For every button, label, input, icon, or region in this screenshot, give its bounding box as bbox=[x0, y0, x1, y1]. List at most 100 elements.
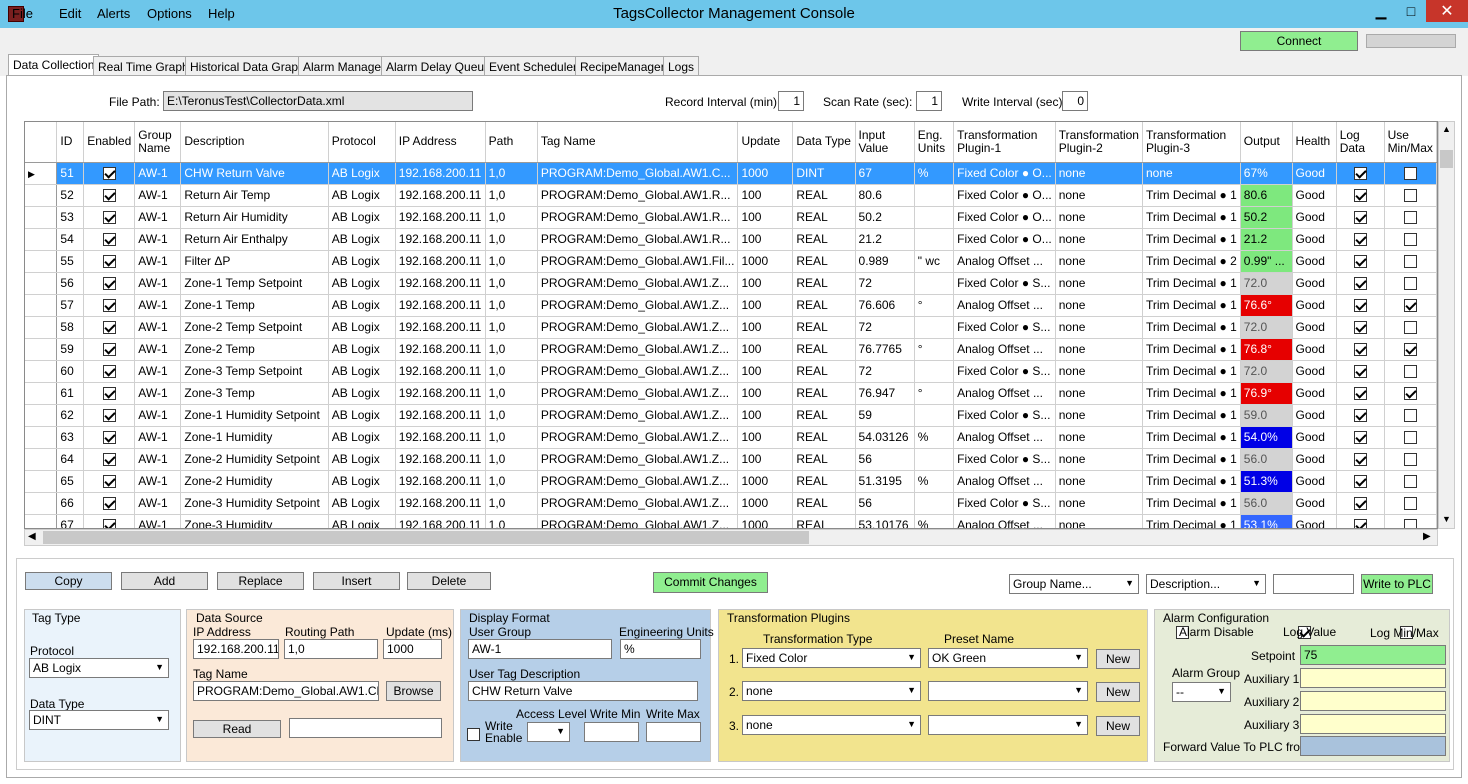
cell-output[interactable]: 51.3% bbox=[1240, 470, 1293, 493]
cell-plugin-1[interactable]: Fixed Color ● S... bbox=[953, 316, 1056, 339]
cell-group-name[interactable]: AW-1 bbox=[134, 448, 182, 471]
cell-plugin-3[interactable]: Trim Decimal ● 1 bbox=[1142, 514, 1241, 528]
description-select[interactable]: Description... ▼ bbox=[1146, 574, 1266, 594]
cell-ip-address[interactable]: 192.168.200.11 bbox=[395, 426, 486, 449]
enabled-checkbox[interactable] bbox=[102, 475, 116, 489]
cell-group-name[interactable]: AW-1 bbox=[134, 470, 182, 493]
row-header[interactable] bbox=[25, 294, 58, 317]
cell-update[interactable]: 100 bbox=[737, 360, 794, 383]
replace-button[interactable]: Replace bbox=[217, 572, 304, 590]
cell-plugin-1[interactable]: Fixed Color ● O... bbox=[953, 184, 1056, 207]
cell-tag-name[interactable]: PROGRAM:Demo_Global.AW1.Z... bbox=[537, 470, 739, 493]
cell-ip-address[interactable]: 192.168.200.11 bbox=[395, 184, 486, 207]
cell-log-data[interactable] bbox=[1336, 426, 1385, 449]
cell-data-type[interactable]: REAL bbox=[792, 470, 856, 493]
cell-plugin-1[interactable]: Analog Offset ... bbox=[953, 382, 1056, 405]
table-row[interactable]: 67 AW-1 Zone-3 Humidity AB Logix 192.168.200… bbox=[25, 514, 1437, 528]
cell-ip-address[interactable]: 192.168.200.11 bbox=[395, 514, 486, 528]
insert-button[interactable]: Insert bbox=[313, 572, 400, 590]
cell-group-name[interactable]: AW-1 bbox=[134, 514, 182, 528]
cell-plugin-2[interactable]: none bbox=[1055, 272, 1143, 295]
cell-output[interactable]: 54.0% bbox=[1240, 426, 1293, 449]
cell-data-type[interactable]: REAL bbox=[792, 184, 856, 207]
plugin-1-preset-select[interactable]: OK Green ▼ bbox=[928, 648, 1088, 668]
cell-use-min-max[interactable] bbox=[1384, 338, 1437, 361]
tab-alarm-manager[interactable]: Alarm Manager bbox=[298, 56, 391, 76]
cell-plugin-2[interactable]: none bbox=[1055, 162, 1143, 185]
cell-output[interactable]: 72.0 bbox=[1240, 360, 1293, 383]
table-row[interactable]: ▶ 51 AW-1 CHW Return Valve AB Logix 192.168.2… bbox=[25, 162, 1437, 185]
setpoint-input[interactable]: 75 bbox=[1300, 645, 1446, 665]
cell-ip-address[interactable]: 192.168.200.11 bbox=[395, 382, 486, 405]
use-min-max-checkbox[interactable] bbox=[1403, 453, 1417, 467]
cell-path[interactable]: 1,0 bbox=[485, 162, 538, 185]
table-row[interactable]: 62 AW-1 Zone-1 Humidity Setpoint AB Logix 19… bbox=[25, 404, 1437, 427]
cell-output[interactable]: 76.6° bbox=[1240, 294, 1293, 317]
col-data-type[interactable]: Data Type bbox=[792, 122, 856, 163]
read-button[interactable]: Read bbox=[193, 720, 281, 738]
cell-output[interactable]: 67% bbox=[1240, 162, 1293, 185]
cell-use-min-max[interactable] bbox=[1384, 250, 1437, 273]
col-description[interactable]: Description bbox=[180, 122, 329, 163]
cell-log-data[interactable] bbox=[1336, 184, 1385, 207]
log-data-checkbox[interactable] bbox=[1353, 211, 1367, 225]
enabled-checkbox[interactable] bbox=[102, 321, 116, 335]
user-group-input[interactable]: AW-1 bbox=[468, 639, 612, 659]
cell-description[interactable]: CHW Return Valve bbox=[180, 162, 329, 185]
enabled-checkbox[interactable] bbox=[102, 277, 116, 291]
cell-description[interactable]: Zone-3 Humidity bbox=[180, 514, 329, 528]
write-max-input[interactable] bbox=[646, 722, 701, 742]
cell-log-data[interactable] bbox=[1336, 338, 1385, 361]
cell-tag-name[interactable]: PROGRAM:Demo_Global.AW1.Z... bbox=[537, 294, 739, 317]
cell-enabled[interactable] bbox=[83, 206, 136, 229]
enabled-checkbox[interactable] bbox=[102, 409, 116, 423]
delete-button[interactable]: Delete bbox=[407, 572, 491, 590]
cell-output[interactable]: 76.8° bbox=[1240, 338, 1293, 361]
group-name-select[interactable]: Group Name... ▼ bbox=[1009, 574, 1139, 594]
cell-data-type[interactable]: REAL bbox=[792, 338, 856, 361]
cell-group-name[interactable]: AW-1 bbox=[134, 228, 182, 251]
enabled-checkbox[interactable] bbox=[102, 497, 116, 511]
cell-health[interactable]: Good bbox=[1292, 492, 1337, 515]
cell-protocol[interactable]: AB Logix bbox=[328, 514, 396, 528]
menu-help[interactable]: Help bbox=[208, 6, 235, 21]
cell-group-name[interactable]: AW-1 bbox=[134, 382, 182, 405]
connect-button[interactable]: Connect bbox=[1240, 31, 1358, 51]
engineering-units-input[interactable]: % bbox=[620, 639, 701, 659]
cell-plugin-3[interactable]: Trim Decimal ● 1 bbox=[1142, 184, 1241, 207]
cell-health[interactable]: Good bbox=[1292, 360, 1337, 383]
plugin-3-new-button[interactable]: New bbox=[1096, 716, 1140, 736]
ip-address-input[interactable]: 192.168.200.11 bbox=[193, 639, 279, 659]
cell-plugin-1[interactable]: Analog Offset ... bbox=[953, 250, 1056, 273]
enabled-checkbox[interactable] bbox=[102, 343, 116, 357]
user-tag-description-input[interactable]: CHW Return Valve bbox=[468, 681, 698, 701]
cell-path[interactable]: 1,0 bbox=[485, 206, 538, 229]
cell-ip-address[interactable]: 192.168.200.11 bbox=[395, 448, 486, 471]
table-row[interactable]: 63 AW-1 Zone-1 Humidity AB Logix 192.168.200… bbox=[25, 426, 1437, 449]
cell-path[interactable]: 1,0 bbox=[485, 382, 538, 405]
use-min-max-checkbox[interactable] bbox=[1403, 211, 1417, 225]
cell-eng-units[interactable] bbox=[914, 206, 955, 229]
auxiliary-2-input[interactable] bbox=[1300, 691, 1446, 711]
cell-enabled[interactable] bbox=[83, 162, 136, 185]
cell-plugin-2[interactable]: none bbox=[1055, 184, 1143, 207]
cell-health[interactable]: Good bbox=[1292, 162, 1337, 185]
cell-protocol[interactable]: AB Logix bbox=[328, 162, 396, 185]
enabled-checkbox[interactable] bbox=[102, 167, 116, 181]
cell-data-type[interactable]: REAL bbox=[792, 228, 856, 251]
col-input-value[interactable]: Input Value bbox=[855, 122, 915, 163]
row-header[interactable]: ▶ bbox=[25, 162, 58, 185]
cell-use-min-max[interactable] bbox=[1384, 184, 1437, 207]
cell-ip-address[interactable]: 192.168.200.11 bbox=[395, 338, 486, 361]
cell-enabled[interactable] bbox=[83, 514, 136, 528]
tag-name-input[interactable]: PROGRAM:Demo_Global.AW1.ChwR bbox=[193, 681, 379, 701]
copy-button[interactable]: Copy bbox=[25, 572, 112, 590]
cell-path[interactable]: 1,0 bbox=[485, 294, 538, 317]
cell-id[interactable]: 63 bbox=[56, 426, 85, 449]
cell-id[interactable]: 57 bbox=[56, 294, 85, 317]
vertical-scroll-thumb[interactable] bbox=[1440, 150, 1453, 168]
file-path-field[interactable]: E:\TeronusTest\CollectorData.xml bbox=[163, 91, 473, 111]
cell-group-name[interactable]: AW-1 bbox=[134, 184, 182, 207]
cell-plugin-1[interactable]: Fixed Color ● S... bbox=[953, 404, 1056, 427]
browse-button[interactable]: Browse bbox=[386, 681, 441, 701]
